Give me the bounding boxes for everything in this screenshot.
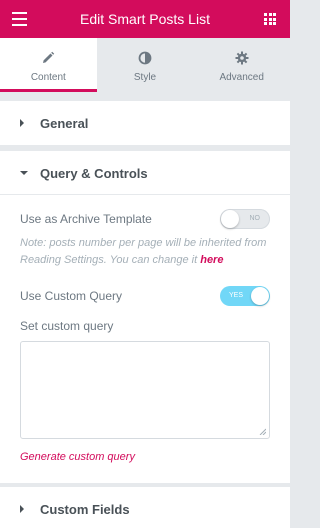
gear-icon — [235, 50, 249, 66]
tab-style-label: Style — [133, 72, 157, 83]
section-query-label: Query & Controls — [40, 165, 148, 181]
toggle-state-text: NO — [249, 215, 261, 222]
custom-query-toggle[interactable]: YES — [220, 286, 270, 306]
toggle-state-text: YES — [229, 292, 244, 299]
archive-template-toggle[interactable]: NO — [220, 209, 270, 229]
set-query-label: Set custom query — [20, 319, 114, 333]
archive-template-label: Use as Archive Template — [20, 212, 152, 226]
tab-bar: Content Style Advanced — [0, 38, 290, 92]
section-custom-fields-label: Custom Fields — [40, 501, 130, 517]
panel-header: Edit Smart Posts List — [0, 0, 290, 38]
reading-settings-link[interactable]: here — [200, 254, 223, 266]
hamburger-icon[interactable] — [12, 12, 27, 26]
custom-query-textarea[interactable] — [20, 341, 270, 439]
custom-query-label: Use Custom Query — [20, 289, 123, 303]
toggle-knob — [221, 210, 239, 228]
pencil-icon — [41, 50, 55, 66]
section-custom-fields[interactable]: Custom Fields — [0, 487, 290, 528]
tab-style[interactable]: Style — [97, 38, 194, 92]
contrast-icon — [138, 50, 152, 66]
tab-advanced[interactable]: Advanced — [193, 38, 290, 92]
toggle-knob — [251, 287, 269, 305]
grid-icon[interactable] — [264, 13, 276, 25]
caret-right-icon — [20, 119, 24, 127]
archive-note-text: Note: posts number per page will be inhe… — [20, 237, 267, 266]
archive-note: Note: posts number per page will be inhe… — [20, 235, 274, 269]
tab-content[interactable]: Content — [0, 38, 97, 92]
query-controls-body: Use as Archive Template NO Note: posts n… — [0, 195, 290, 483]
section-general[interactable]: General — [0, 101, 290, 145]
tab-content-label: Content — [30, 72, 66, 83]
caret-down-icon — [20, 171, 28, 175]
section-general-label: General — [40, 115, 89, 131]
panel-title: Edit Smart Posts List — [80, 11, 210, 27]
section-query-controls[interactable]: Query & Controls — [0, 151, 290, 195]
resize-handle-icon[interactable] — [259, 428, 266, 435]
caret-right-icon — [20, 505, 24, 513]
generate-query-link[interactable]: Generate custom query — [20, 451, 135, 463]
tab-advanced-label: Advanced — [219, 72, 264, 83]
